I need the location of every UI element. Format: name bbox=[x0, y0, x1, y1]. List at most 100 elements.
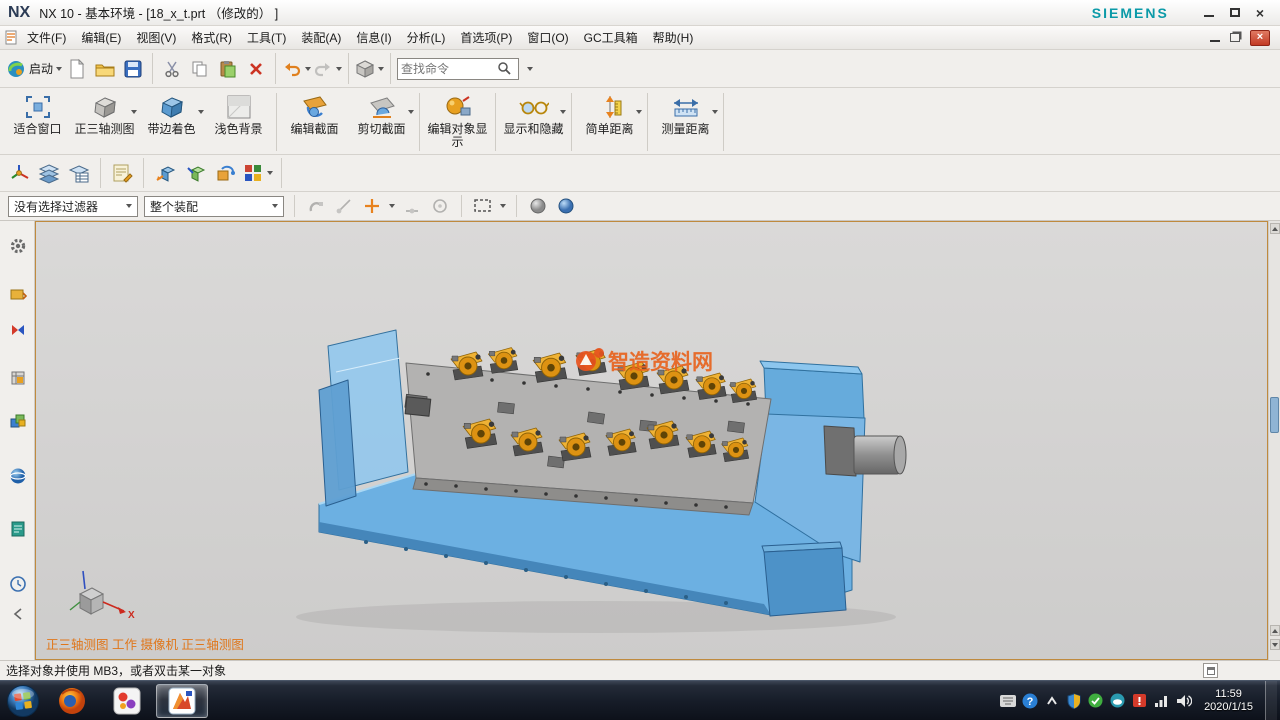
menu-file[interactable]: 文件(F) bbox=[20, 25, 73, 50]
alert-red-icon[interactable] bbox=[1131, 692, 1148, 709]
layer-category-button[interactable] bbox=[66, 159, 92, 187]
command-finder[interactable] bbox=[397, 58, 519, 80]
layer-settings-button[interactable] bbox=[36, 159, 62, 187]
show-desktop-button[interactable] bbox=[1265, 681, 1277, 720]
volume-icon[interactable] bbox=[1175, 692, 1192, 709]
child-minimize-button[interactable] bbox=[1210, 34, 1220, 42]
measure-distance-button[interactable]: 测量距离 bbox=[652, 90, 719, 154]
taskbar-app-button[interactable] bbox=[101, 684, 153, 718]
viewport-scrollbar[interactable] bbox=[1268, 221, 1280, 660]
taskbar-firefox-button[interactable] bbox=[46, 684, 98, 718]
dropdown-arrow-icon[interactable] bbox=[500, 204, 506, 208]
menu-info[interactable]: 信息(I) bbox=[349, 25, 398, 50]
redo-button[interactable] bbox=[313, 55, 342, 83]
paste-button[interactable] bbox=[215, 55, 241, 83]
show-hide-button[interactable]: 显示和隐藏 bbox=[500, 90, 567, 154]
assembly-constraints-button[interactable] bbox=[182, 159, 208, 187]
hidden-icons-chevron[interactable] bbox=[1043, 692, 1060, 709]
snap-mid-button[interactable] bbox=[401, 195, 423, 217]
copy-button[interactable] bbox=[187, 55, 213, 83]
dock-collapse-button[interactable] bbox=[7, 603, 28, 624]
annotation-button[interactable] bbox=[109, 159, 135, 187]
light-background-button[interactable]: 浅色背景 bbox=[205, 90, 272, 154]
child-restore-button[interactable] bbox=[1230, 33, 1240, 42]
dropdown-arrow-icon[interactable] bbox=[198, 110, 204, 114]
edit-object-display-button[interactable]: 编辑对象显示 bbox=[424, 90, 491, 154]
dropdown-arrow-icon[interactable] bbox=[527, 67, 533, 71]
new-button[interactable] bbox=[64, 55, 90, 83]
delete-button[interactable] bbox=[243, 55, 269, 83]
marquee-select-button[interactable] bbox=[472, 195, 494, 217]
dropdown-arrow-icon[interactable] bbox=[408, 110, 414, 114]
menu-tools[interactable]: 工具(T) bbox=[240, 25, 293, 50]
search-icon[interactable] bbox=[497, 61, 512, 76]
security-shield-icon[interactable] bbox=[1065, 692, 1082, 709]
dropdown-arrow-icon[interactable] bbox=[131, 110, 137, 114]
history-palette-button[interactable] bbox=[7, 518, 28, 539]
reuse-library-button[interactable] bbox=[7, 409, 28, 430]
selection-filter-combo[interactable]: 没有选择过滤器 bbox=[8, 196, 138, 217]
save-button[interactable] bbox=[120, 55, 146, 83]
highlight-off-button[interactable] bbox=[527, 195, 549, 217]
scroll-down-button[interactable] bbox=[1270, 639, 1280, 650]
selection-scope-combo[interactable]: 整个装配 bbox=[144, 196, 284, 217]
wave-geometry-button[interactable] bbox=[212, 159, 238, 187]
menu-format[interactable]: 格式(R) bbox=[184, 25, 239, 50]
minimize-button[interactable] bbox=[1204, 9, 1214, 17]
keyboard-icon[interactable] bbox=[999, 692, 1016, 709]
web-browser-button[interactable] bbox=[7, 465, 28, 486]
child-close-button[interactable]: × bbox=[1250, 30, 1270, 46]
taskbar-nx-button[interactable] bbox=[156, 684, 208, 718]
menu-analysis[interactable]: 分析(L) bbox=[400, 25, 453, 50]
csys-button[interactable] bbox=[6, 159, 32, 187]
scroll-up-button[interactable] bbox=[1270, 223, 1280, 234]
point-dialog-button[interactable] bbox=[361, 195, 383, 217]
cloud-blue-icon[interactable] bbox=[1109, 692, 1126, 709]
dropdown-arrow-icon[interactable] bbox=[389, 204, 395, 208]
shaded-edges-button[interactable]: 带边着色 bbox=[138, 90, 205, 154]
dropdown-arrow-icon[interactable] bbox=[636, 110, 642, 114]
move-component-button[interactable] bbox=[152, 159, 178, 187]
assembly-navigator-button[interactable] bbox=[7, 283, 28, 304]
undo-button[interactable] bbox=[282, 55, 311, 83]
dropdown-arrow-icon[interactable] bbox=[560, 110, 566, 114]
window-layout-button[interactable] bbox=[242, 159, 273, 187]
menu-gc-toolbox[interactable]: GC工具箱 bbox=[577, 25, 645, 50]
start-button[interactable] bbox=[3, 683, 43, 719]
menu-window[interactable]: 窗口(O) bbox=[520, 25, 575, 50]
render-style-button[interactable] bbox=[355, 55, 384, 83]
close-button[interactable]: × bbox=[1256, 7, 1264, 19]
network-icon[interactable] bbox=[1153, 692, 1170, 709]
graphics-scene[interactable]: 智造资料网 X bbox=[36, 222, 1267, 659]
maximize-button[interactable] bbox=[1230, 8, 1240, 17]
simple-distance-button[interactable]: 简单距离 bbox=[576, 90, 643, 154]
roles-gear-button[interactable] bbox=[7, 235, 28, 256]
sync-green-icon[interactable] bbox=[1087, 692, 1104, 709]
menu-help[interactable]: 帮助(H) bbox=[646, 25, 701, 50]
graphics-window[interactable]: 智造资料网 X 正三轴测图 工作 摄像机 正三轴测图 bbox=[35, 221, 1268, 660]
highlight-on-button[interactable] bbox=[555, 195, 577, 217]
cut-button[interactable] bbox=[159, 55, 185, 83]
open-button[interactable] bbox=[92, 55, 118, 83]
help-icon[interactable]: ? bbox=[1021, 692, 1038, 709]
taskbar-clock[interactable]: 11:59 2020/1/15 bbox=[1204, 688, 1253, 714]
menu-edit[interactable]: 编辑(E) bbox=[74, 25, 128, 50]
part-navigator-button[interactable] bbox=[7, 367, 28, 388]
edit-section-button[interactable]: 编辑截面 bbox=[281, 90, 348, 154]
dropdown-arrow-icon[interactable] bbox=[712, 110, 718, 114]
snap-point-button[interactable] bbox=[305, 195, 327, 217]
scroll-up2-button[interactable] bbox=[1270, 625, 1280, 636]
clip-section-button[interactable]: 剪切截面 bbox=[348, 90, 415, 154]
start-menu-button[interactable]: 启动 bbox=[6, 55, 62, 83]
fit-window-button[interactable]: 适合窗口 bbox=[4, 90, 71, 154]
constraint-navigator-button[interactable] bbox=[7, 319, 28, 340]
menu-preferences[interactable]: 首选项(P) bbox=[453, 25, 519, 50]
search-input[interactable] bbox=[401, 62, 497, 76]
snap-center-button[interactable] bbox=[429, 195, 451, 217]
snap-end-button[interactable] bbox=[333, 195, 355, 217]
trimetric-view-button[interactable]: 正三轴测图 bbox=[71, 90, 138, 154]
menu-view[interactable]: 视图(V) bbox=[129, 25, 183, 50]
history-button[interactable] bbox=[7, 573, 28, 594]
scrollbar-thumb[interactable] bbox=[1270, 397, 1279, 433]
menu-assembly[interactable]: 装配(A) bbox=[294, 25, 348, 50]
